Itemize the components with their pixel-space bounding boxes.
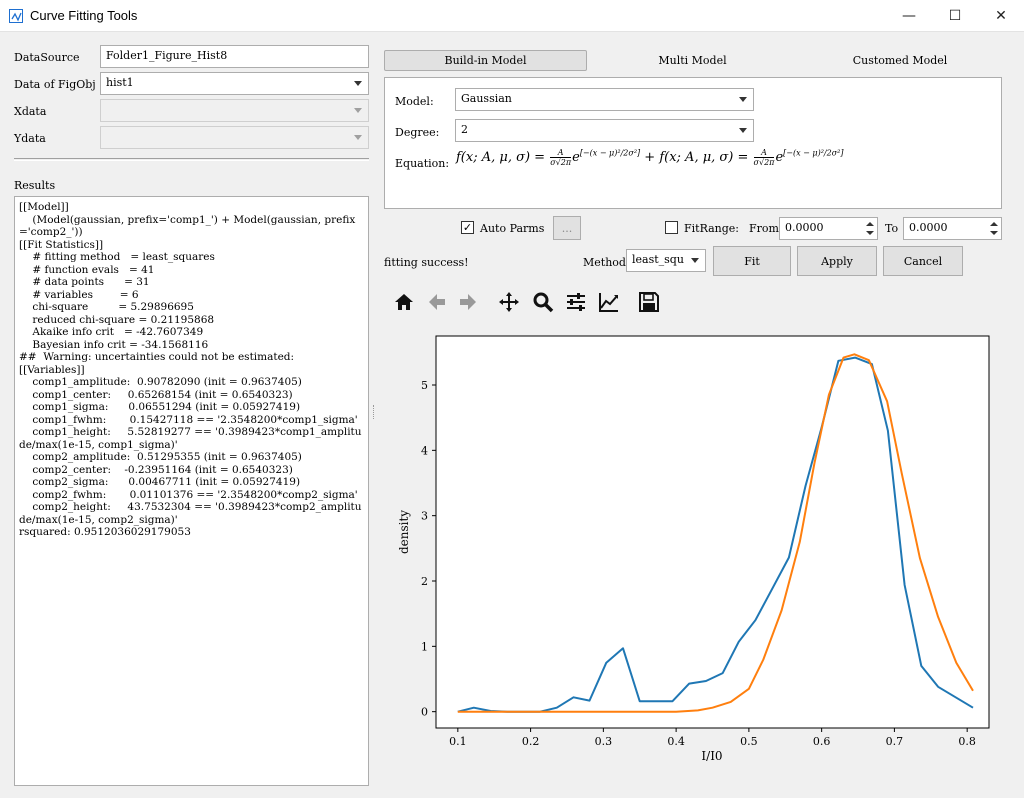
- ydata-label: Ydata: [14, 132, 46, 145]
- method-select[interactable]: least_squ: [626, 249, 706, 272]
- maximize-button[interactable]: ☐: [932, 0, 978, 32]
- save-icon[interactable]: [637, 290, 661, 314]
- xdata-label: Xdata: [14, 105, 47, 118]
- x-tick-label: 0.3: [595, 735, 613, 748]
- ydata-select[interactable]: [100, 126, 369, 149]
- minimize-button[interactable]: —: [886, 0, 932, 32]
- to-value: 0.0000: [909, 221, 948, 234]
- figobj-select[interactable]: hist1: [100, 72, 369, 95]
- chevron-down-icon: [354, 108, 362, 113]
- degree-label: Degree:: [395, 126, 440, 139]
- x-tick-label: 0.8: [958, 735, 976, 748]
- y-axis-label: density: [397, 510, 411, 554]
- results-label: Results: [14, 179, 56, 192]
- method-value: least_squ: [632, 253, 684, 266]
- y-tick-label: 2: [421, 575, 428, 588]
- chevron-down-icon: [691, 258, 699, 263]
- results-textbox[interactable]: [[Model]] (Model(gaussian, prefix='comp1…: [14, 196, 369, 786]
- y-tick-label: 0: [421, 706, 428, 719]
- zoom-icon[interactable]: [531, 290, 555, 314]
- cancel-button[interactable]: Cancel: [883, 246, 963, 276]
- tab-customed-model[interactable]: Customed Model: [798, 50, 1002, 71]
- title-bar: Curve Fitting Tools — ☐ ✕: [0, 0, 1024, 32]
- from-label: From: [749, 222, 779, 235]
- splitter-handle[interactable]: [373, 405, 375, 419]
- pan-icon[interactable]: [497, 290, 521, 314]
- to-label: To: [885, 222, 899, 235]
- equation-label: Equation:: [395, 157, 450, 170]
- x-axis-label: I/I0: [701, 749, 722, 763]
- y-tick-label: 3: [421, 510, 428, 523]
- model-label: Model:: [395, 95, 434, 108]
- apply-button[interactable]: Apply: [797, 246, 877, 276]
- separator: [14, 158, 369, 161]
- y-tick-label: 4: [421, 444, 428, 457]
- auto-parms-checkbox[interactable]: ✓: [461, 221, 474, 234]
- method-label: Method: [583, 256, 626, 269]
- forward-arrow-icon[interactable]: [456, 290, 480, 314]
- from-spinbox[interactable]: 0.0000: [779, 217, 878, 240]
- fitrange-label: FitRange:: [684, 222, 740, 235]
- auto-parms-label: Auto Parms: [480, 222, 545, 235]
- figobj-value: hist1: [106, 76, 134, 89]
- back-arrow-icon[interactable]: [425, 290, 449, 314]
- x-tick-label: 0.4: [667, 735, 685, 748]
- close-button[interactable]: ✕: [978, 0, 1024, 32]
- x-tick-label: 0.1: [449, 735, 467, 748]
- chevron-down-icon: [739, 97, 747, 102]
- edit-axes-icon[interactable]: [597, 290, 621, 314]
- status-text: fitting success!: [384, 256, 469, 269]
- figobj-label: Data of FigObj: [14, 78, 96, 91]
- model-select[interactable]: Gaussian: [455, 88, 754, 111]
- app-icon: [9, 9, 23, 23]
- datasource-field[interactable]: Folder1_Figure_Hist8: [100, 45, 369, 68]
- x-tick-label: 0.6: [813, 735, 831, 748]
- tab-multi-model[interactable]: Multi Model: [590, 50, 795, 71]
- datasource-label: DataSource: [14, 51, 80, 64]
- fit-plot: 0.1 0.2 0.3 0.4 0.5 0.6 0.7 0.8 0 1 2 3 4 5 I/I0 den…: [384, 322, 1002, 776]
- auto-parms-options-button[interactable]: ...: [553, 216, 581, 240]
- spin-down-icon[interactable]: [988, 228, 1000, 238]
- x-tick-label: 0.7: [886, 735, 904, 748]
- x-tick-label: 0.2: [522, 735, 540, 748]
- xdata-select[interactable]: [100, 99, 369, 122]
- spin-down-icon[interactable]: [864, 228, 876, 238]
- chevron-down-icon: [354, 135, 362, 140]
- degree-select[interactable]: 2: [455, 119, 754, 142]
- x-tick-label: 0.5: [740, 735, 758, 748]
- from-value: 0.0000: [785, 221, 824, 234]
- chevron-down-icon: [354, 81, 362, 86]
- tab-build-in-model[interactable]: Build-in Model: [384, 50, 587, 71]
- fitrange-checkbox[interactable]: [665, 221, 678, 234]
- plot-area: [435, 335, 990, 729]
- equation-formula: f(x; A, μ, σ) = Aσ√2πe[−(x − μ)²/2σ²] + …: [456, 148, 844, 167]
- model-value: Gaussian: [461, 92, 512, 105]
- home-icon[interactable]: [392, 290, 416, 314]
- results-text: [[Model]] (Model(gaussian, prefix='comp1…: [19, 201, 362, 538]
- y-tick-label: 5: [421, 379, 428, 392]
- degree-value: 2: [461, 123, 468, 136]
- chevron-down-icon: [739, 128, 747, 133]
- fit-button[interactable]: Fit: [713, 246, 791, 276]
- to-spinbox[interactable]: 0.0000: [903, 217, 1002, 240]
- window-title: Curve Fitting Tools: [30, 8, 138, 23]
- y-tick-label: 1: [421, 640, 428, 653]
- configure-subplots-icon[interactable]: [564, 290, 588, 314]
